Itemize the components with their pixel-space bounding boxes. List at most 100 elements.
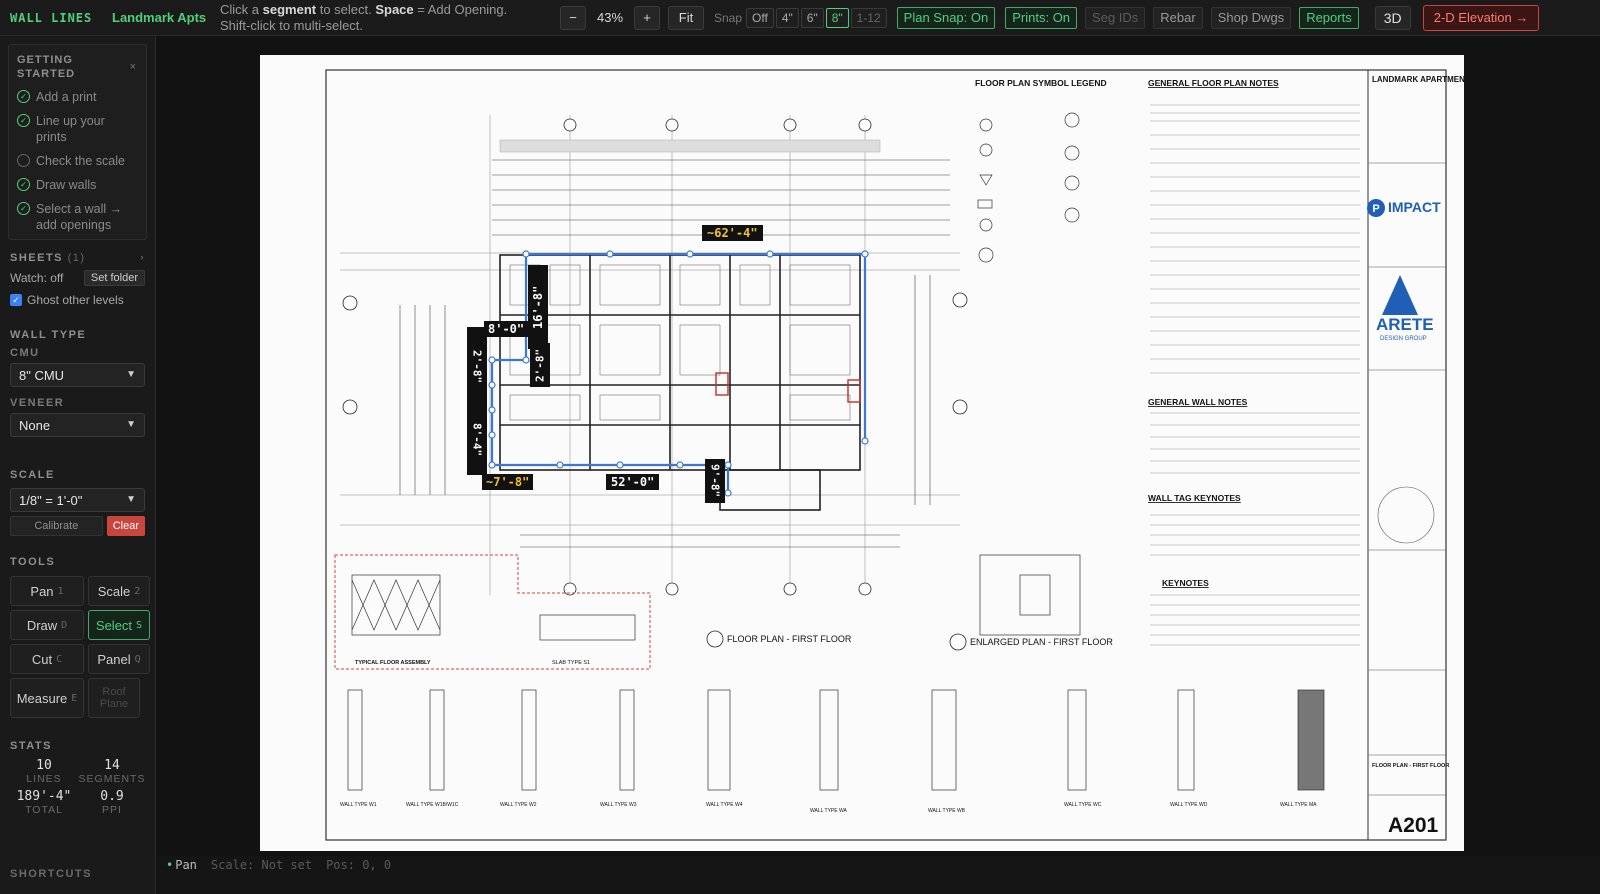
watch-status: Watch: off [10,271,64,285]
tb-sheet-name: FLOOR PLAN - FIRST FLOOR [1372,763,1449,769]
left-sidebar: GETTING STARTED × ✓ Add a print ✓ Line up … [0,36,156,894]
wall-type-label: WALL TYPE MA [1280,802,1317,808]
arete-logo: ARETE [1376,315,1434,334]
calibrate-button[interactable]: Calibrate [10,516,103,536]
chevron-down-icon: ▼ [126,419,136,430]
veneer-label: VENEER [10,397,65,409]
pan-tool-button[interactable]: Pan 1 [10,576,84,606]
wall-type-label: WALL TYPE W2 [500,802,537,808]
enlarged-plan-title: ENLARGED PLAN - FIRST FLOOR [970,637,1113,647]
wall-type-label: WALL TYPE W1 [340,802,377,808]
getting-started-title: GETTING STARTED [17,54,76,80]
snap-8in-button[interactable]: 8" [825,7,849,28]
dimension-tag[interactable]: 52'-0" [606,474,660,490]
zoom-level: 43% [596,10,624,25]
scale-select[interactable]: 1/8" = 1'-0" ▼ [10,488,145,512]
dimension-tag[interactable]: 2'-8" [530,343,550,387]
app-brand: WALL LINES [10,10,93,25]
checklist-item[interactable]: ✓ Line up your prints [17,113,138,145]
cmu-select[interactable]: 8" CMU ▼ [10,363,145,387]
print-sheet[interactable]: P FLOOR PLAN SYMBOL LEGEND GENERAL FLOOR… [260,55,1464,851]
dimension-tag[interactable]: 2'-8" [467,327,487,407]
tools-title: TOOLS [10,556,56,568]
slab-type-label: SLAB TYPE S1 [552,660,590,666]
ppi-value: 0.9 [100,789,124,804]
snap-off-button[interactable]: Off [746,7,774,28]
mode-status: Pan [175,858,197,872]
reports-button[interactable]: Reports [1299,6,1359,29]
sheets-header[interactable]: SHEETS (1) › [10,252,145,264]
snap-1-12-button[interactable]: 1-12 [850,7,887,28]
zoom-in-button[interactable]: + [634,5,660,30]
fit-button[interactable]: Fit [668,5,704,30]
close-icon[interactable]: × [130,61,136,73]
dimension-tag[interactable]: 8'-0" [484,321,529,337]
checklist-item[interactable]: ✓ Add a print [17,89,138,105]
plan-snap-toggle[interactable]: Plan Snap: On [896,6,996,29]
zoom-out-button[interactable]: − [560,5,586,30]
chevron-right-icon: › [140,252,145,262]
wall-type-label: WALL TYPE WD [1170,802,1208,808]
set-folder-button[interactable]: Set folder [83,270,145,286]
draw-tool-button[interactable]: Draw D [10,610,84,640]
scale-tool-button[interactable]: Scale 2 [88,576,150,606]
snap-6in-button[interactable]: 6" [800,7,824,28]
wall-type-label: WALL TYPE WA [810,808,848,814]
sheet-number: A201 [1388,814,1439,837]
panel-tool-button[interactable]: Panel Q [88,644,150,674]
dimension-tag[interactable]: ~7'-8" [482,474,534,490]
shop-drawings-button[interactable]: Shop Dwgs [1210,6,1292,29]
chevron-down-icon: ▼ [126,369,136,380]
empty-circle-icon [17,154,30,167]
legend-title: FLOOR PLAN SYMBOL LEGEND [975,78,1107,88]
veneer-select[interactable]: None ▼ [10,413,145,437]
checkbox-checked-icon: ✓ [10,294,22,306]
wall-type-title: WALL TYPE [10,329,87,341]
cut-tool-button[interactable]: Cut C [10,644,84,674]
dimension-tag[interactable]: 16'-8" [528,265,548,349]
floor-plan-drawing: P FLOOR PLAN SYMBOL LEGEND GENERAL FLOOR… [325,69,1464,841]
measure-tool-button[interactable]: Measure E [10,678,84,718]
impact-logo: IMPACT [1388,199,1441,215]
shortcuts-title[interactable]: SHORTCUTS [0,868,156,880]
rebar-button[interactable]: Rebar [1153,6,1203,29]
drawing-canvas[interactable]: P FLOOR PLAN SYMBOL LEGEND GENERAL FLOOR… [156,36,1600,856]
ghost-levels-checkbox[interactable]: ✓ Ghost other levels [10,293,145,307]
check-circle-icon: ✓ [17,114,30,127]
check-circle-icon: ✓ [17,202,30,215]
total-length: 189'-4" [16,789,72,804]
lines-count: 10 [36,758,52,773]
roof-plane-tool-button[interactable]: Roof Plane [88,678,140,718]
wall-type-label: WALL TYPE WC [1064,802,1102,808]
dimension-tag[interactable]: 8'-4" [467,405,487,475]
elevation-2d-button[interactable]: 2-D Elevation → [1422,4,1540,31]
scale-title: SCALE [10,469,55,481]
checklist-item[interactable]: ✓ Select a wall → add openings [17,201,138,233]
cmu-label: CMU [10,347,40,359]
checklist-item[interactable]: Check the scale [17,153,138,169]
select-tool-button[interactable]: Select S [88,610,150,640]
project-name[interactable]: Landmark Apts [112,10,214,25]
dimension-tag[interactable]: 9'-8" [705,459,725,503]
scale-status: Scale: Not set [210,858,313,872]
general-notes-title: GENERAL FLOOR PLAN NOTES [1148,78,1279,88]
prints-toggle[interactable]: Prints: On [1005,6,1078,29]
floor-assembly-label: TYPICAL FLOOR ASSEMBLY [355,660,431,666]
wall-notes-title: GENERAL WALL NOTES [1148,397,1248,407]
view-3d-button[interactable]: 3D [1374,5,1411,30]
wall-tag-title: WALL TAG KEYNOTES [1148,493,1241,503]
seg-ids-button[interactable]: Seg IDs [1085,6,1146,29]
top-toolbar: WALL LINES Landmark Apts Click a segment… [0,0,1600,36]
clear-button[interactable]: Clear [106,516,145,536]
wall-type-label: WALL TYPE W1B/W1C [406,802,459,808]
arete-subtitle: DESIGN GROUP [1380,336,1427,342]
snap-4in-button[interactable]: 4" [775,7,799,28]
dimension-tag[interactable]: ~62'-4" [702,225,763,241]
plan-title: FLOOR PLAN - FIRST FLOOR [727,634,852,644]
position-status: Pos: 0, 0 [326,858,392,872]
wall-type-label: WALL TYPE W3 [600,802,637,808]
mode-indicator-icon: • [166,858,174,872]
tb-project-name: LANDMARK APARTMENTS [1372,75,1464,84]
chevron-down-icon: ▼ [126,494,136,505]
checklist-item[interactable]: ✓ Draw walls [17,177,138,193]
